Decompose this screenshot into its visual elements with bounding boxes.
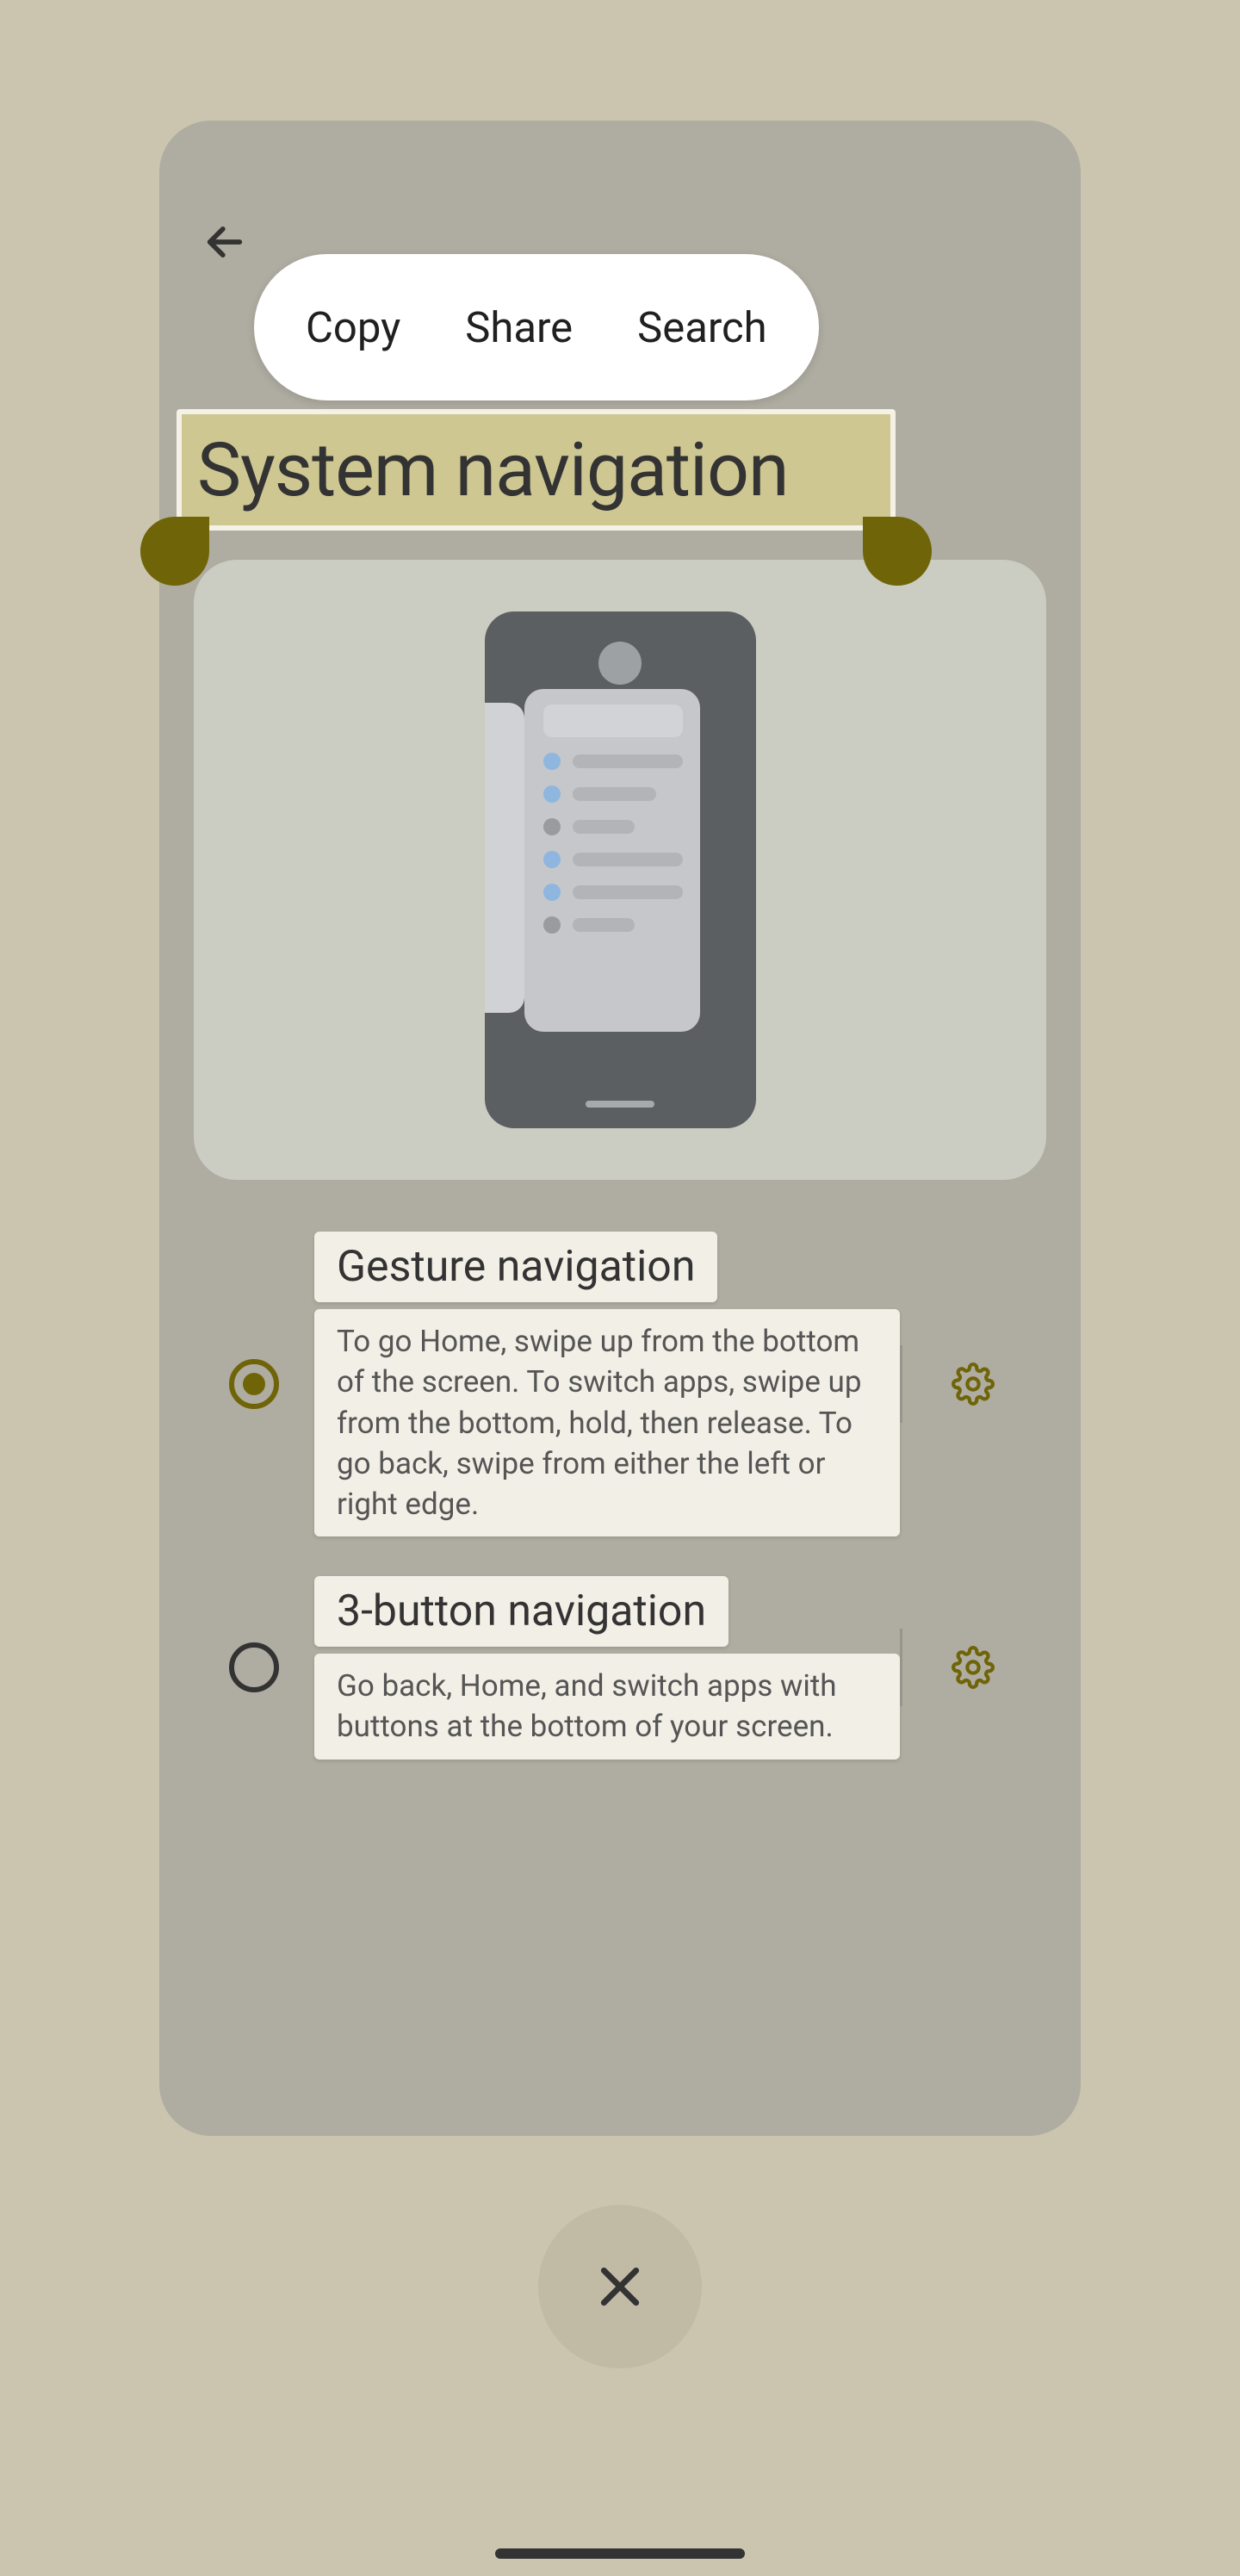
divider: [900, 1345, 902, 1423]
divider: [900, 1629, 902, 1706]
option-description: Go back, Home, and switch apps with butt…: [314, 1654, 900, 1760]
share-button[interactable]: Share: [465, 303, 573, 352]
gear-icon[interactable]: [952, 1646, 995, 1689]
option-title: 3-button navigation: [314, 1576, 728, 1647]
copy-button[interactable]: Copy: [306, 303, 400, 352]
selection-handle-right-icon[interactable]: [863, 517, 932, 586]
radio-gesture-navigation[interactable]: [229, 1359, 279, 1409]
radio-3-button-navigation[interactable]: [229, 1642, 279, 1692]
option-gesture-navigation[interactable]: Gesture navigation To go Home, swipe up …: [194, 1232, 1046, 1536]
phone-illustration-icon: [485, 611, 756, 1128]
selected-text-region[interactable]: System navigation: [177, 409, 896, 531]
option-title: Gesture navigation: [314, 1232, 717, 1302]
search-button[interactable]: Search: [637, 303, 767, 352]
option-3-button-navigation[interactable]: 3-button navigation Go back, Home, and s…: [194, 1576, 1046, 1760]
close-button[interactable]: [538, 2205, 702, 2368]
back-arrow-icon[interactable]: [202, 220, 247, 264]
page-title: System navigation: [197, 426, 875, 513]
gear-icon[interactable]: [952, 1362, 995, 1406]
system-nav-bar[interactable]: [495, 2548, 745, 2559]
close-icon: [592, 2259, 648, 2314]
selection-handle-left-icon[interactable]: [140, 517, 209, 586]
settings-screen-card: Copy Share Search System navigation: [159, 121, 1081, 2136]
navigation-preview-panel: [194, 560, 1046, 1180]
text-selection-toolbar: Copy Share Search: [254, 254, 819, 400]
option-description: To go Home, swipe up from the bottom of …: [314, 1309, 900, 1536]
